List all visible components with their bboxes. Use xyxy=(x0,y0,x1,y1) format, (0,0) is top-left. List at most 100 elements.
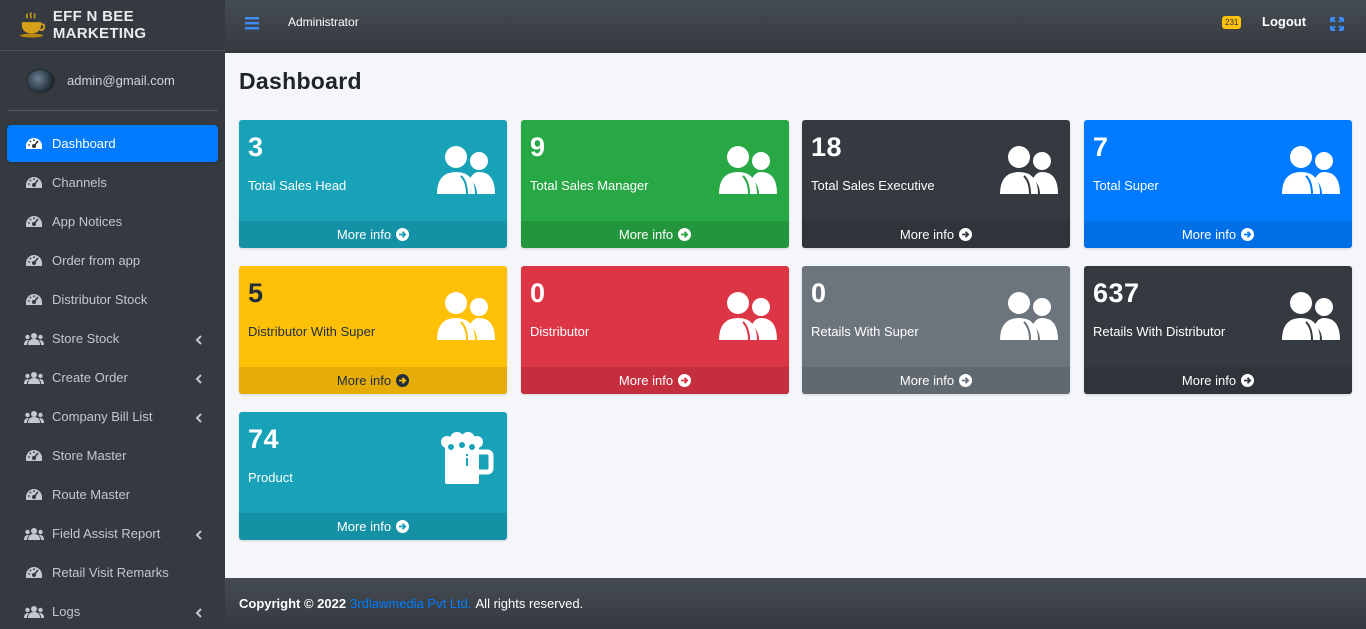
stat-value: 7 xyxy=(1093,132,1109,162)
user-group-icon xyxy=(1282,290,1340,342)
beer-mug-icon xyxy=(437,432,495,488)
arrow-circle-right-icon xyxy=(1241,374,1255,387)
sidebar-item-field-assist-report[interactable]: Field Assist Report xyxy=(7,515,218,552)
stat-value: 18 xyxy=(811,132,843,162)
user-panel[interactable]: admin@gmail.com xyxy=(7,51,218,111)
chevron-left-icon xyxy=(194,372,204,384)
chevron-left-icon xyxy=(194,528,204,540)
user-group-icon xyxy=(1282,144,1340,196)
stat-value: 74 xyxy=(248,424,280,454)
stat-label: Distributor xyxy=(530,324,590,339)
stat-card: 74 Product More info xyxy=(239,412,507,540)
user-group-icon xyxy=(437,144,495,196)
sidebar-item-label: Field Assist Report xyxy=(52,526,161,541)
arrow-circle-right-icon xyxy=(678,228,692,241)
stat-card: 637 Retails With Distributor More info xyxy=(1084,266,1352,394)
stat-label: Product xyxy=(248,470,293,485)
stat-card: 0 Distributor More info xyxy=(521,266,789,394)
sidebar: EFF N BEE MARKETING admin@gmail.com Dash… xyxy=(0,0,225,629)
sidebar-item-company-bill-list[interactable]: Company Bill List xyxy=(7,398,218,435)
sidebar-item-label: Channels xyxy=(52,175,107,190)
sidebar-item-app-notices[interactable]: App Notices xyxy=(7,203,218,240)
more-info-link[interactable]: More info xyxy=(1084,221,1352,248)
users-icon xyxy=(24,526,44,542)
sidebar-item-label: App Notices xyxy=(52,214,123,229)
tachometer-icon xyxy=(24,175,44,191)
sidebar-item-channels[interactable]: Channels xyxy=(7,164,218,201)
user-group-icon xyxy=(437,290,495,342)
stat-card: 0 Retails With Super More info xyxy=(802,266,1070,394)
fullscreen-expand-icon[interactable] xyxy=(1330,17,1344,31)
tachometer-icon xyxy=(24,253,44,269)
notification-badge: 231 xyxy=(1222,16,1242,29)
brand-name: EFF N BEE MARKETING xyxy=(52,8,147,42)
stat-label: Total Sales Manager xyxy=(530,178,649,193)
sidebar-item-label: Retail Visit Remarks xyxy=(52,565,169,580)
more-info-link[interactable]: More info xyxy=(802,221,1070,248)
arrow-circle-right-icon xyxy=(396,374,410,387)
logout-link[interactable]: Logout xyxy=(1262,14,1306,29)
sidebar-item-logs[interactable]: Logs xyxy=(7,593,218,629)
stat-label: Total Sales Head xyxy=(248,178,347,193)
user-email: admin@gmail.com xyxy=(67,73,175,88)
sidebar-item-order-from-app[interactable]: Order from app xyxy=(7,242,218,279)
stat-value: 5 xyxy=(248,278,264,308)
rights-text: All rights reserved. xyxy=(475,596,584,611)
sidebar-item-retail-visit-remarks[interactable]: Retail Visit Remarks xyxy=(7,554,218,591)
more-info-link[interactable]: More info xyxy=(802,367,1070,394)
chevron-left-icon xyxy=(194,333,204,345)
sidebar-item-label: Store Master xyxy=(52,448,127,463)
more-info-link[interactable]: More info xyxy=(239,367,507,394)
chevron-left-icon xyxy=(194,606,204,618)
avatar xyxy=(26,68,55,93)
more-info-label: More info xyxy=(899,373,955,388)
more-info-link[interactable]: More info xyxy=(521,221,789,248)
user-group-icon xyxy=(1000,290,1058,342)
sidebar-item-store-stock[interactable]: Store Stock xyxy=(7,320,218,357)
stat-value: 0 xyxy=(811,278,827,308)
more-info-label: More info xyxy=(336,519,392,534)
navbar-title: Administrator xyxy=(288,15,359,29)
arrow-circle-right-icon xyxy=(1241,228,1255,241)
more-info-label: More info xyxy=(1181,227,1237,242)
user-group-icon xyxy=(1000,144,1058,196)
more-info-label: More info xyxy=(618,373,674,388)
sidebar-item-create-order[interactable]: Create Order xyxy=(7,359,218,396)
hamburger-menu-icon[interactable] xyxy=(245,16,259,30)
more-info-label: More info xyxy=(1181,373,1237,388)
stat-value: 9 xyxy=(530,132,546,162)
page-title: Dashboard xyxy=(239,68,362,94)
sidebar-item-dashboard[interactable]: Dashboard xyxy=(7,125,218,162)
sidebar-item-store-master[interactable]: Store Master xyxy=(7,437,218,474)
more-info-link[interactable]: More info xyxy=(521,367,789,394)
more-info-link[interactable]: More info xyxy=(1084,367,1352,394)
arrow-circle-right-icon xyxy=(959,374,973,387)
sidebar-item-distributor-stock[interactable]: Distributor Stock xyxy=(7,281,218,318)
more-info-label: More info xyxy=(336,373,392,388)
sidebar-item-label: Logs xyxy=(52,604,81,619)
more-info-link[interactable]: More info xyxy=(239,513,507,540)
more-info-link[interactable]: More info xyxy=(239,221,507,248)
user-group-icon xyxy=(719,144,777,196)
sidebar-item-label: Route Master xyxy=(52,487,131,502)
arrow-circle-right-icon xyxy=(678,374,692,387)
stat-value: 3 xyxy=(248,132,264,162)
tachometer-icon xyxy=(24,292,44,308)
user-group-icon xyxy=(719,290,777,342)
company-link[interactable]: 3rdlawmedia Pvt Ltd. xyxy=(350,596,471,611)
stat-label: Total Sales Executive xyxy=(811,178,935,193)
sidebar-item-label: Store Stock xyxy=(52,331,120,346)
tachometer-icon xyxy=(24,214,44,230)
sidebar-nav: Dashboard Channels App Notices Order from a… xyxy=(0,125,225,629)
tachometer-icon xyxy=(24,136,44,152)
more-info-label: More info xyxy=(618,227,674,242)
sidebar-item-label: Company Bill List xyxy=(52,409,153,424)
users-icon xyxy=(24,370,44,386)
stat-value: 0 xyxy=(530,278,546,308)
coffee-cup-logo-icon xyxy=(19,12,46,38)
notification-button[interactable]: 231 xyxy=(1222,16,1244,30)
sidebar-item-route-master[interactable]: Route Master xyxy=(7,476,218,513)
brand-link[interactable]: EFF N BEE MARKETING xyxy=(0,0,225,51)
stat-label: Retails With Super xyxy=(811,324,919,339)
page-footer: Copyright © 2022 3rdlawmedia Pvt Ltd. Al… xyxy=(225,578,1366,629)
